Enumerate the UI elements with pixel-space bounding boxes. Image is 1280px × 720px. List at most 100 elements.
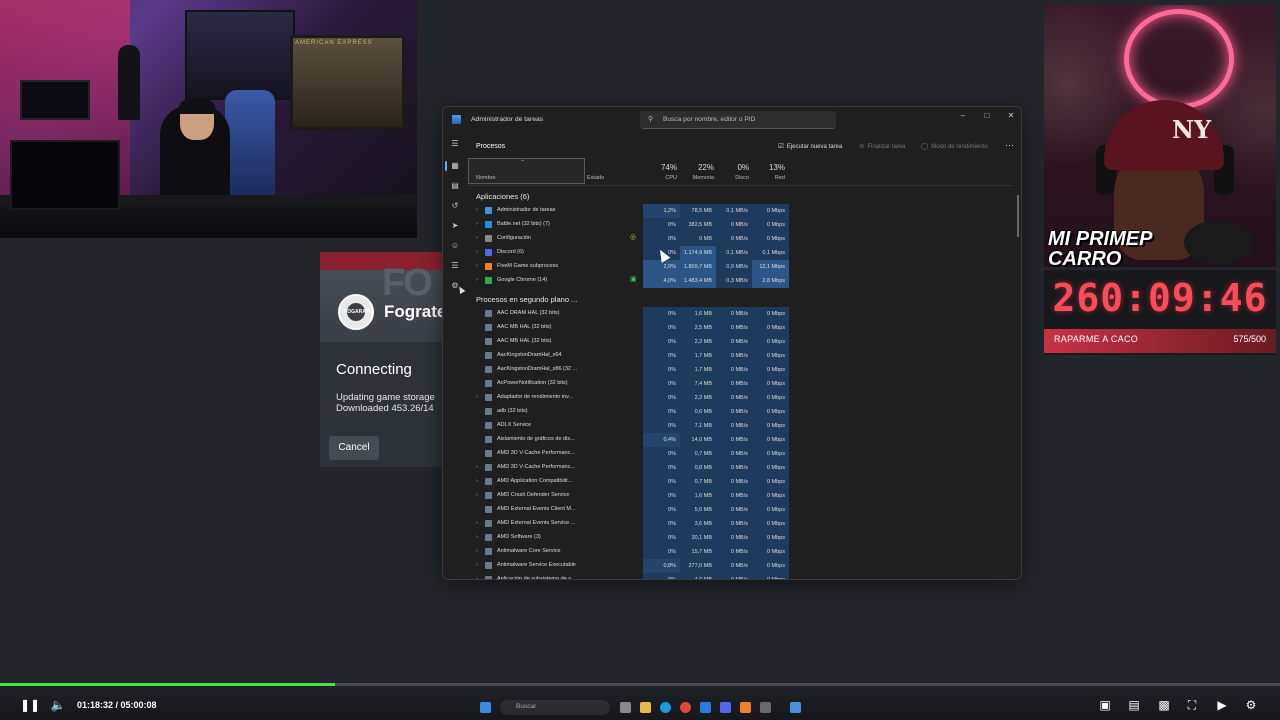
- expand-chevron-icon[interactable]: ›: [476, 263, 478, 269]
- process-cpu-value: 0%: [643, 307, 680, 321]
- process-cpu-value: 0%: [643, 391, 680, 405]
- details-icon[interactable]: ☰: [450, 261, 460, 271]
- process-row[interactable]: ADLX Service 0% 7,1 MB 0 MB/s 0 Mbps: [468, 419, 1013, 433]
- picture-in-picture-icon[interactable]: ▩: [1156, 698, 1172, 712]
- process-cpu-value: 4,0%: [643, 274, 680, 288]
- process-net-value: 0 Mbps: [752, 531, 789, 545]
- expand-chevron-icon[interactable]: ›: [476, 576, 478, 579]
- launcher-header: FO FOGARATE Fograte: [320, 252, 445, 342]
- edge-icon[interactable]: [660, 702, 671, 713]
- process-row[interactable]: › AMD Software (3) 0% 30,1 MB 0 MB/s 0 Mbps: [468, 531, 1013, 545]
- hamburger-menu-icon[interactable]: ☰: [450, 139, 460, 149]
- battlenet-icon[interactable]: [700, 702, 711, 713]
- process-row[interactable]: › Battle.net (32 bits) (7) 0% 382,5 MB 0 MB/…: [468, 218, 1013, 232]
- process-disk-value: 0,1 MB/s: [716, 246, 752, 260]
- process-row[interactable]: › AMD 3D V-Cache Performanc... 0% 0,8 MB 0 M…: [468, 461, 1013, 475]
- process-icon: [485, 352, 492, 359]
- process-row[interactable]: › Antimalware Core Service 0% 15,7 MB 0 MB/s…: [468, 545, 1013, 559]
- expand-chevron-icon[interactable]: ›: [476, 562, 478, 568]
- users-icon[interactable]: ☺: [450, 241, 460, 251]
- process-name: Battle.net (32 bits) (7): [497, 221, 550, 227]
- process-icon: [485, 263, 492, 270]
- expand-chevron-icon[interactable]: ›: [476, 520, 478, 526]
- process-row[interactable]: AMD 3D V-Cache Performanc... 0% 0,7 MB 0 MB…: [468, 447, 1013, 461]
- process-row[interactable]: AAC MB HAL (32 bits) 0% 2,2 MB 0 MB/s 0 Mbps: [468, 335, 1013, 349]
- file-explorer-icon[interactable]: [640, 702, 651, 713]
- process-row[interactable]: › Configuración ◎ 0% 0 MB 0 MB/s 0 Mbps: [468, 232, 1013, 246]
- discord-icon[interactable]: [720, 702, 731, 713]
- process-mem-value: 1,7 MB: [680, 363, 716, 377]
- process-row[interactable]: AMD External Events Client M... 0% 5,0 MB 0…: [468, 503, 1013, 517]
- process-icon: [485, 207, 492, 214]
- process-row[interactable]: AcPowerNotification (32 bits) 0% 7,4 MB 0 M…: [468, 377, 1013, 391]
- fullscreen-icon[interactable]: ⛶: [1184, 698, 1200, 712]
- process-cpu-value: 0%: [643, 517, 680, 531]
- process-net-value: 0 Mbps: [752, 405, 789, 419]
- process-cpu-value: 0%: [643, 475, 680, 489]
- process-row[interactable]: AacKingstonDramHal_x64 0% 1,7 MB 0 MB/s 0 Mb…: [468, 349, 1013, 363]
- speed-icon[interactable]: ▶: [1214, 698, 1230, 712]
- task-view-icon[interactable]: [620, 702, 631, 713]
- process-disk-value: 0 MB/s: [716, 232, 752, 246]
- clip-icon[interactable]: ▣: [1097, 698, 1113, 712]
- process-row[interactable]: › AMD External Events Service ... 0% 3,6 MB…: [468, 517, 1013, 531]
- process-row[interactable]: adb (32 bits) 0% 0,6 MB 0 MB/s 0 Mbps: [468, 405, 1013, 419]
- expand-chevron-icon[interactable]: ›: [476, 464, 478, 470]
- volume-icon[interactable]: 🔈: [50, 698, 66, 712]
- launcher-brand: Fograte: [384, 302, 445, 321]
- expand-chevron-icon[interactable]: ›: [476, 534, 478, 540]
- process-mem-value: 15,7 MB: [680, 545, 716, 559]
- process-row[interactable]: › Antimalware Service Executable 0,8% 277,0…: [468, 559, 1013, 573]
- settings-gear-icon[interactable]: ⚙: [1243, 698, 1259, 712]
- expand-chevron-icon[interactable]: ›: [476, 548, 478, 554]
- theatre-mode-icon[interactable]: ▤: [1126, 698, 1142, 712]
- process-row[interactable]: AacKingstonDramHal_x86 (32 ... 0% 1,7 MB 0 …: [468, 363, 1013, 377]
- expand-chevron-icon[interactable]: ›: [476, 478, 478, 484]
- process-net-value: 0 Mbps: [752, 321, 789, 335]
- expand-chevron-icon[interactable]: ›: [476, 277, 478, 283]
- process-net-value: 0 Mbps: [752, 349, 789, 363]
- expand-chevron-icon[interactable]: ›: [476, 235, 478, 241]
- pause-icon[interactable]: ❚❚: [20, 698, 40, 712]
- process-row[interactable]: › AMD Crash Defender Service 0% 1,6 MB 0 MB/…: [468, 489, 1013, 503]
- process-row[interactable]: › Adaptador de rendimiento inv... 0% 2,2 MB…: [468, 391, 1013, 405]
- process-icon: [485, 478, 492, 485]
- windows-start-icon[interactable]: [480, 702, 491, 713]
- settings-app-icon[interactable]: [760, 702, 771, 713]
- process-row[interactable]: Aislamiento de gráficos de dis... 0,4% 14,…: [468, 433, 1013, 447]
- expand-chevron-icon[interactable]: ›: [476, 221, 478, 227]
- process-mem-value: 2,5 MB: [680, 321, 716, 335]
- process-icon: [485, 450, 492, 457]
- process-row[interactable]: › Administrador de tareas 1,2% 78,5 MB 0,1 M…: [468, 204, 1013, 218]
- process-disk-value: 0 MB/s: [716, 363, 752, 377]
- launcher-detail: Updating game storage Downloaded 453.26/…: [336, 392, 435, 414]
- expand-chevron-icon[interactable]: ›: [476, 207, 478, 213]
- process-name: Aislamiento de gráficos de dis...: [497, 436, 575, 442]
- process-icon: [485, 366, 492, 373]
- process-net-value: 0 Mbps: [752, 419, 789, 433]
- expand-chevron-icon[interactable]: ›: [476, 249, 478, 255]
- fivem-icon[interactable]: [740, 702, 751, 713]
- process-row[interactable]: › Aplicación de subsistema de s... 0% 4,0 M…: [468, 573, 1013, 579]
- process-name: AcPowerNotification (32 bits): [497, 380, 568, 386]
- process-name: AAC MB HAL (32 bits): [497, 338, 552, 344]
- process-row[interactable]: AAC DRAM HAL (32 bits) 0% 1,6 MB 0 MB/s 0 Mb…: [468, 307, 1013, 321]
- startup-apps-icon[interactable]: ➤: [450, 221, 460, 231]
- performance-icon[interactable]: ▤: [450, 181, 460, 191]
- cancel-button[interactable]: Cancel: [329, 436, 379, 460]
- scrollbar[interactable]: [1017, 195, 1019, 237]
- app-history-icon[interactable]: ↺: [450, 201, 460, 211]
- process-row[interactable]: › Discord (6) 0% 1.174,9 MB 0,1 MB/s 0,1 Mbps: [468, 246, 1013, 260]
- task-manager-taskbar-icon[interactable]: [790, 702, 801, 713]
- process-row[interactable]: › FiveM Game subprocess 2,0% 1.809,7 MB 0,9 …: [468, 260, 1013, 274]
- processes-icon[interactable]: ▦: [450, 161, 460, 171]
- expand-chevron-icon[interactable]: ›: [476, 492, 478, 498]
- chrome-icon[interactable]: [680, 702, 691, 713]
- process-row[interactable]: › AMD Application Compatibilit... 0% 0,7 MB…: [468, 475, 1013, 489]
- fograte-launcher-dialog: FO FOGARATE Fograte Connecting Updating …: [320, 252, 445, 467]
- process-mem-value: 1,6 MB: [680, 307, 716, 321]
- process-row[interactable]: › Google Chrome (14) ▣ 4,0% 1.483,4 MB 0,3 MB…: [468, 274, 1013, 288]
- expand-chevron-icon[interactable]: ›: [476, 394, 478, 400]
- process-mem-value: 2,2 MB: [680, 391, 716, 405]
- process-row[interactable]: AAC MB HAL (32 bits) 0% 2,5 MB 0 MB/s 0 Mbps: [468, 321, 1013, 335]
